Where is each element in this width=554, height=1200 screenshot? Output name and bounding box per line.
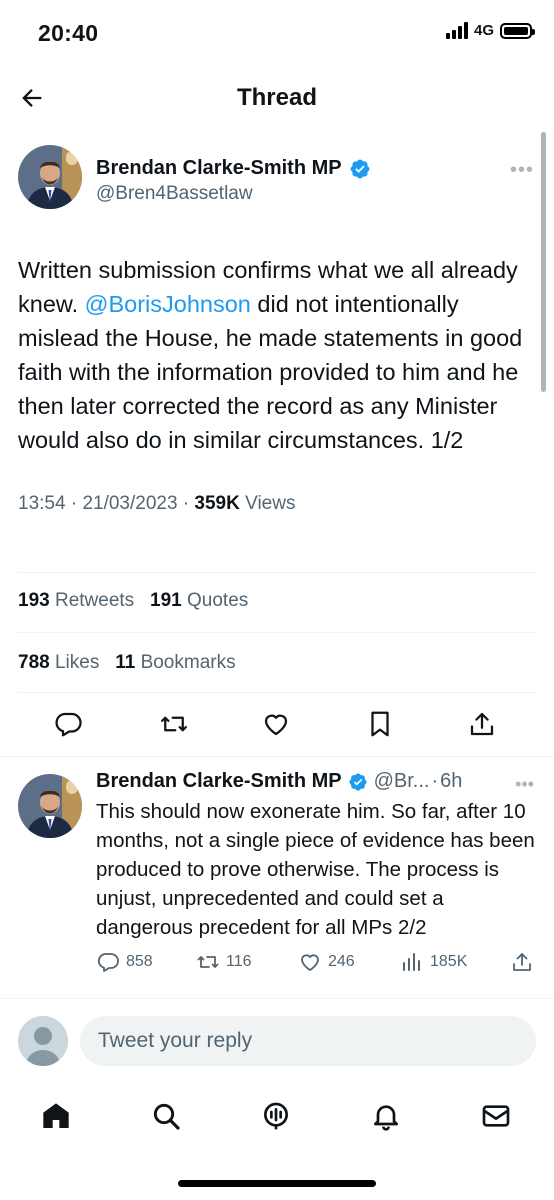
battery-icon xyxy=(500,22,535,39)
search-icon xyxy=(153,1103,180,1130)
likes-count: 788 xyxy=(18,652,50,673)
nav-notifications[interactable] xyxy=(366,1096,406,1136)
quotes-count: 191 xyxy=(150,590,182,611)
tweet-text: Written submission confirms what we all … xyxy=(18,253,536,457)
reply-input[interactable] xyxy=(80,1016,536,1066)
nav-home[interactable] xyxy=(36,1096,76,1136)
reply-composer xyxy=(18,1016,536,1068)
user-avatar[interactable] xyxy=(18,1016,68,1066)
bookmarks-count: 11 xyxy=(115,652,136,673)
page-title: Thread xyxy=(236,84,317,111)
author-name[interactable]: Brendan Clarke-Smith MP xyxy=(96,157,342,180)
reply-text: This should now exonerate him. So far, a… xyxy=(96,800,535,939)
likes-bookmarks-row: 788 Likes 11 Bookmarks xyxy=(18,652,236,674)
reply-author-avatar[interactable] xyxy=(18,774,82,838)
likes-label: Likes xyxy=(54,652,100,673)
nav-messages[interactable] xyxy=(476,1096,516,1136)
tweet-actions xyxy=(18,706,536,746)
reply-share-button[interactable] xyxy=(510,950,534,974)
retweet-icon xyxy=(161,716,187,732)
reply-like-button[interactable]: 246 xyxy=(298,950,355,974)
heart-icon xyxy=(301,954,319,971)
author-avatar[interactable] xyxy=(18,145,82,209)
scrollbar[interactable] xyxy=(541,132,546,392)
divider xyxy=(18,632,536,633)
comment-icon xyxy=(55,712,82,737)
reply-button[interactable] xyxy=(50,706,86,742)
bell-icon xyxy=(374,1105,398,1131)
quotes-stat[interactable]: 191 Quotes xyxy=(150,590,248,611)
separator-dot: · xyxy=(431,770,439,792)
quotes-label: Quotes xyxy=(187,590,249,611)
reply-replies-count: 858 xyxy=(126,953,153,970)
retweet-button[interactable] xyxy=(156,706,192,742)
network-type: 4G xyxy=(473,22,494,39)
reply-reply-button[interactable]: 858 xyxy=(96,950,153,974)
likes-stat[interactable]: 788 Likes xyxy=(18,652,99,673)
status-bar: 20:40 4G xyxy=(0,0,554,70)
reply-views-button[interactable]: 185K xyxy=(400,950,467,974)
more-options-icon[interactable]: ••• xyxy=(515,774,534,795)
divider xyxy=(18,572,536,573)
comment-icon xyxy=(97,953,119,972)
views-count: 359K xyxy=(194,493,240,514)
share-icon xyxy=(470,712,494,736)
home-icon xyxy=(43,1103,69,1128)
retweets-count: 193 xyxy=(18,590,50,611)
tweet-date[interactable]: 21/03/2023 xyxy=(82,493,177,514)
main-tweet: Brendan Clarke-Smith MP @Bren4Bassetlaw … xyxy=(18,145,536,525)
reply-likes-count: 246 xyxy=(328,953,355,970)
bar-chart-icon xyxy=(403,953,420,971)
tweet-time[interactable]: 13:54 xyxy=(18,493,66,514)
divider xyxy=(0,756,554,757)
heart-icon xyxy=(264,714,288,736)
reply-author-name[interactable]: Brendan Clarke-Smith MP xyxy=(96,770,342,793)
signal-icon xyxy=(445,22,468,39)
mention-link[interactable]: @BorisJohnson xyxy=(85,291,251,317)
nav-search[interactable] xyxy=(146,1096,186,1136)
bookmarks-label: Bookmarks xyxy=(140,652,236,673)
tweet-meta: 13:54 · 21/03/2023 · 359K Views xyxy=(18,493,296,514)
retweets-label: Retweets xyxy=(54,590,135,611)
share-button[interactable] xyxy=(464,706,500,742)
bookmarks-stat[interactable]: 11 Bookmarks xyxy=(115,652,235,673)
retweets-stat[interactable]: 193 Retweets xyxy=(18,590,134,611)
status-indicators: 4G xyxy=(445,22,535,39)
nav-spaces[interactable] xyxy=(256,1096,296,1136)
bookmark-button[interactable] xyxy=(362,706,398,742)
spaces-icon xyxy=(264,1102,288,1130)
author-handle[interactable]: @Bren4Bassetlaw xyxy=(96,183,371,205)
reply-retweets-count: 116 xyxy=(226,953,252,970)
thread-header: Thread xyxy=(0,70,554,128)
verified-badge-icon xyxy=(349,772,367,791)
like-button[interactable] xyxy=(258,706,294,742)
views-label: Views xyxy=(245,493,296,514)
verified-badge-icon xyxy=(350,159,370,178)
reply-age: 6h xyxy=(440,770,463,792)
mail-icon xyxy=(482,1105,510,1127)
reply-actions: 858 116 246 185K xyxy=(96,950,536,980)
divider xyxy=(18,692,536,693)
more-options-icon[interactable]: ••• xyxy=(510,159,534,182)
bookmark-icon xyxy=(371,711,389,737)
bottom-nav xyxy=(0,1090,554,1140)
divider xyxy=(0,998,554,999)
retweet-icon xyxy=(197,956,219,968)
status-time: 20:40 xyxy=(38,20,99,46)
reply-author-handle[interactable]: @Br... xyxy=(374,770,430,793)
reply-retweet-button[interactable]: 116 xyxy=(196,950,252,974)
home-indicator xyxy=(178,1180,376,1187)
retweets-quotes-row: 193 Retweets 191 Quotes xyxy=(18,590,248,612)
share-icon xyxy=(513,953,531,971)
reply-views-count: 185K xyxy=(430,953,468,970)
